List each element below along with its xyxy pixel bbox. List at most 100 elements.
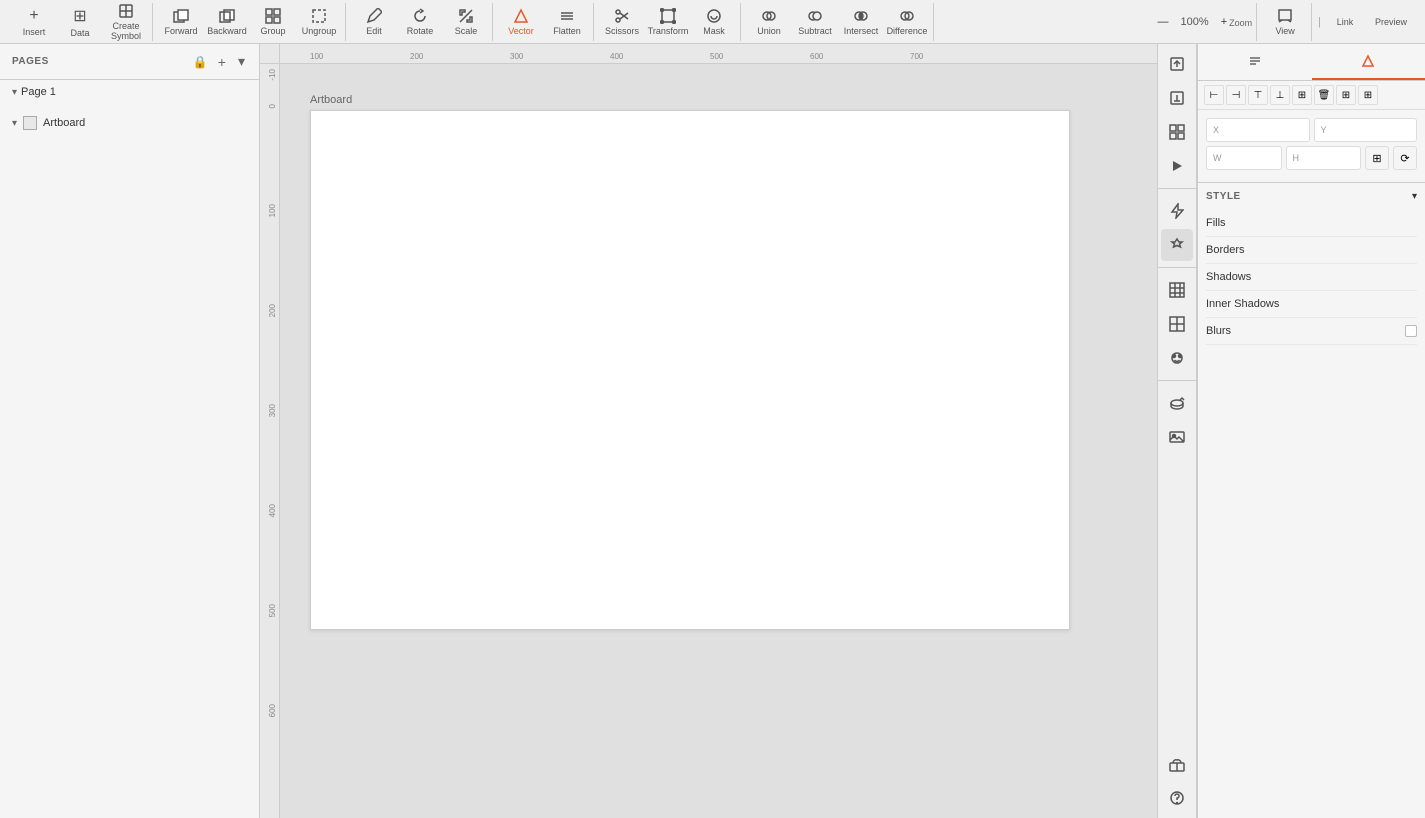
scale-button[interactable]: Scale — [444, 3, 488, 41]
shadows-row[interactable]: Shadows — [1206, 264, 1417, 291]
inner-shadows-row[interactable]: Inner Shadows — [1206, 291, 1417, 318]
lock-icon: 🔒 — [193, 55, 208, 69]
canvas-play-button[interactable] — [1161, 150, 1193, 182]
mask-button[interactable]: Mask — [692, 3, 736, 41]
group-button[interactable]: Group — [251, 3, 295, 41]
data-label: Data — [70, 28, 89, 38]
right-icon-bar — [1157, 44, 1197, 818]
align-left-button[interactable]: ⊢ — [1204, 85, 1224, 105]
blurs-label: Blurs — [1206, 325, 1231, 337]
canvas-area[interactable]: 100 200 300 400 500 600 700 -10 0 100 20… — [260, 44, 1157, 818]
create-symbol-button[interactable]: Create Symbol — [104, 3, 148, 41]
ruler-h-tick-200: 200 — [410, 52, 423, 61]
boolean-group: Union Subtract Intersect Difference — [743, 3, 934, 41]
ruler-h-tick-400: 400 — [610, 52, 623, 61]
distribute-v-button[interactable]: ⊞ — [1358, 85, 1378, 105]
right-icon-divider-3 — [1158, 380, 1196, 381]
top-toolbar: + Insert ⊞ Data Create Symbol Forward Ba… — [0, 0, 1425, 44]
borders-label: Borders — [1206, 244, 1245, 256]
distribute-h-button[interactable]: ⊞ — [1336, 85, 1356, 105]
canvas-help-button[interactable] — [1161, 782, 1193, 814]
panel-tabs — [1198, 44, 1425, 81]
y-field[interactable]: Y — [1314, 118, 1418, 142]
align-top-button[interactable]: ⊤ — [1248, 85, 1268, 105]
backward-button[interactable]: Backward — [205, 3, 249, 41]
canvas-upload-button[interactable] — [1161, 48, 1193, 80]
canvas-paint-button[interactable] — [1161, 342, 1193, 374]
artboard-icon — [23, 116, 37, 130]
union-button[interactable]: Union — [747, 3, 791, 41]
edit-button[interactable]: Edit — [352, 3, 396, 41]
canvas-image-button[interactable] — [1161, 421, 1193, 453]
forward-button[interactable]: Forward — [159, 3, 203, 41]
scissors-button[interactable]: Scissors — [600, 3, 644, 41]
preview-button[interactable]: Preview — [1369, 3, 1413, 41]
zoom-value[interactable]: 100% — [1173, 3, 1217, 41]
preview-label: Preview — [1375, 17, 1407, 27]
ungroup-button[interactable]: Ungroup — [297, 3, 341, 41]
artboard-layer-name: Artboard — [43, 117, 85, 129]
artboard-layer-item[interactable]: ▾ Artboard — [0, 112, 259, 134]
transform-label: Transform — [648, 26, 689, 36]
pages-header: PAGES 🔒 + ▾ — [0, 44, 259, 80]
borders-row[interactable]: Borders — [1206, 237, 1417, 264]
canvas-lightning-button[interactable] — [1161, 195, 1193, 227]
blurs-checkbox[interactable] — [1405, 325, 1417, 337]
align-right-button[interactable]: ⊣ — [1226, 85, 1246, 105]
ruler-corner — [260, 44, 280, 64]
data-button[interactable]: ⊞ Data — [58, 3, 102, 41]
link-label: Link — [1337, 17, 1354, 27]
blurs-row[interactable]: Blurs — [1206, 318, 1417, 345]
page-chevron-icon: ▾ — [12, 87, 17, 98]
add-page-button[interactable]: + — [216, 52, 228, 72]
canvas-rotate3d-button[interactable] — [1161, 387, 1193, 419]
ruler-v-tick-600: 600 — [268, 704, 277, 717]
align-hcenter-button[interactable]: ⊞ — [1292, 85, 1312, 105]
link-button[interactable]: Link — [1323, 3, 1367, 41]
pages-dropdown-button[interactable]: ▾ — [236, 51, 247, 72]
flatten-button[interactable]: Flatten — [545, 3, 589, 41]
intersect-label: Intersect — [844, 26, 879, 36]
scale-label: Scale — [455, 26, 478, 36]
w-field[interactable]: W — [1206, 146, 1282, 170]
h-field[interactable]: H — [1286, 146, 1362, 170]
ruler-h-tick-300: 300 — [510, 52, 523, 61]
artboard-canvas[interactable] — [310, 110, 1070, 630]
page-1-item[interactable]: ▾ Page 1 — [0, 80, 259, 104]
h-input[interactable] — [1301, 152, 1354, 164]
union-label: Union — [757, 26, 781, 36]
view-button[interactable]: View — [1263, 3, 1307, 41]
subtract-button[interactable]: Subtract — [793, 3, 837, 41]
x-field[interactable]: X — [1206, 118, 1310, 142]
fills-row[interactable]: Fills — [1206, 210, 1417, 237]
delete-button[interactable]: 🗑 — [1314, 85, 1334, 105]
shadows-label: Shadows — [1206, 271, 1251, 283]
y-label: Y — [1321, 125, 1327, 135]
tab-style[interactable] — [1312, 44, 1425, 80]
canvas-gift-button[interactable] — [1161, 748, 1193, 780]
tab-align[interactable] — [1198, 44, 1312, 80]
canvas-export-button[interactable] — [1161, 82, 1193, 114]
canvas-grid2-button[interactable] — [1161, 308, 1193, 340]
canvas-components-button[interactable] — [1161, 229, 1193, 261]
insert-group: + Insert ⊞ Data Create Symbol — [8, 3, 153, 41]
intersect-button[interactable]: Intersect — [839, 3, 883, 41]
create-symbol-label: Create Symbol — [104, 21, 148, 41]
y-input[interactable] — [1329, 124, 1410, 136]
insert-button[interactable]: + Insert — [12, 3, 56, 41]
style-dropdown[interactable]: ▾ — [1412, 191, 1417, 202]
rotate-button[interactable]: Rotate — [398, 3, 442, 41]
style-section: STYLE ▾ Fills Borders Shadows Inner Shad… — [1198, 183, 1425, 353]
ratio-lock-button[interactable]: ⊞ — [1365, 146, 1389, 170]
rotate-field[interactable]: ⟳ — [1393, 146, 1417, 170]
vector-button[interactable]: Vector — [499, 3, 543, 41]
style-title: STYLE — [1206, 191, 1241, 202]
forward-label: Forward — [164, 26, 197, 36]
canvas-grid-button[interactable] — [1161, 274, 1193, 306]
x-input[interactable] — [1221, 124, 1302, 136]
transform-button[interactable]: Transform — [646, 3, 690, 41]
w-input[interactable] — [1224, 152, 1275, 164]
difference-button[interactable]: Difference — [885, 3, 929, 41]
canvas-fit-button[interactable] — [1161, 116, 1193, 148]
align-bottom-button[interactable]: ⊥ — [1270, 85, 1290, 105]
